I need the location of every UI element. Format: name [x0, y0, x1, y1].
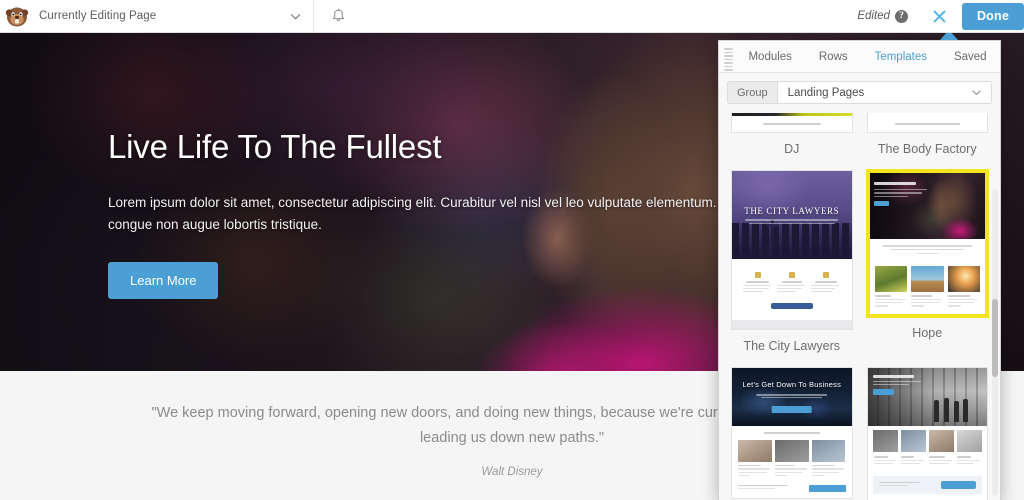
- template-card-the-body-factory[interactable]: The Body Factory: [866, 113, 988, 170]
- currently-editing-label: Currently Editing Page: [39, 10, 157, 22]
- template-name: The Body Factory: [877, 142, 977, 157]
- edited-status: Edited ?: [857, 0, 918, 32]
- tab-modules[interactable]: Modules: [735, 41, 805, 72]
- thumb-body: [867, 452, 987, 472]
- thumb-hero: [867, 368, 987, 427]
- thumb-body: [732, 116, 852, 133]
- template-name: Hope: [912, 325, 943, 340]
- template-name: The City Lawyers: [743, 339, 841, 354]
- template-thumbnail: Let's Get Down To Business: [731, 367, 853, 499]
- group-select[interactable]: Landing Pages: [778, 82, 991, 103]
- bell-icon[interactable]: [314, 0, 362, 32]
- template-card-dj[interactable]: DJ: [731, 113, 853, 170]
- group-select-value: Landing Pages: [787, 86, 865, 99]
- done-button-wrap: Done: [961, 0, 1024, 32]
- group-filter-row: Group Landing Pages: [727, 81, 992, 105]
- thumb-cards: [869, 261, 985, 314]
- template-thumbnail: [731, 113, 853, 134]
- tab-saved[interactable]: Saved: [940, 41, 1000, 72]
- tab-templates[interactable]: Templates: [861, 41, 940, 72]
- beaver-logo-icon[interactable]: [0, 0, 33, 32]
- thumb-hero-title: THE CITY LAWYERS: [744, 206, 840, 217]
- done-button[interactable]: Done: [961, 2, 1024, 30]
- template-card-business-left[interactable]: Let's Get Down To Business: [731, 367, 853, 500]
- template-thumbnail: [866, 113, 988, 134]
- group-label: Group: [728, 82, 778, 104]
- template-list-scroll[interactable]: DJ The Body Factory THE CITY LAWYERS The…: [719, 113, 1000, 500]
- thumb-hero: [869, 173, 985, 240]
- tab-rows[interactable]: Rows: [805, 41, 861, 72]
- admin-bar-spacer: [362, 0, 857, 32]
- thumb-cta: [770, 303, 813, 310]
- currently-editing-label-wrap[interactable]: Currently Editing Page: [33, 0, 278, 32]
- chevron-down-icon: [972, 90, 981, 96]
- thumb-image-row: [867, 426, 987, 453]
- panel-tabs: Modules Rows Templates Saved: [719, 41, 1000, 72]
- thumb-body: [732, 259, 852, 321]
- template-card-the-city-lawyers[interactable]: THE CITY LAWYERS The City Lawyers: [731, 170, 853, 367]
- thumb-footer: [732, 320, 852, 330]
- scrollbar-thumb[interactable]: [992, 299, 998, 378]
- drag-handle-icon[interactable]: [724, 48, 733, 71]
- thumb-hero: [732, 113, 852, 117]
- thumb-cta-strip: [872, 475, 982, 494]
- help-circle-icon[interactable]: ?: [894, 9, 908, 23]
- close-x-icon[interactable]: [918, 0, 962, 32]
- template-thumbnail: THE CITY LAWYERS: [731, 170, 853, 331]
- template-card-hope[interactable]: Hope: [866, 170, 988, 367]
- thumb-body: [867, 116, 987, 133]
- template-card-business-right[interactable]: [866, 367, 988, 500]
- admin-bar: Currently Editing Page Edited ? Done: [0, 0, 1024, 33]
- learn-more-button[interactable]: Learn More: [108, 262, 219, 300]
- thumb-hero: THE CITY LAWYERS: [732, 171, 852, 260]
- chevron-down-icon[interactable]: [278, 0, 314, 32]
- thumb-hero-title: Let's Get Down To Business: [742, 380, 842, 390]
- template-grid: DJ The Body Factory THE CITY LAWYERS The…: [731, 113, 988, 500]
- thumb-quote: [869, 239, 985, 262]
- template-thumbnail-selected: [866, 170, 988, 317]
- thumb-body: [732, 426, 852, 498]
- template-thumbnail: [866, 367, 988, 500]
- edited-label: Edited: [857, 10, 890, 22]
- content-panel: Modules Rows Templates Saved Group Landi…: [718, 40, 1001, 500]
- template-name: DJ: [784, 142, 800, 157]
- thumb-hero: Let's Get Down To Business: [732, 368, 852, 427]
- panel-header: Modules Rows Templates Saved: [719, 41, 1000, 73]
